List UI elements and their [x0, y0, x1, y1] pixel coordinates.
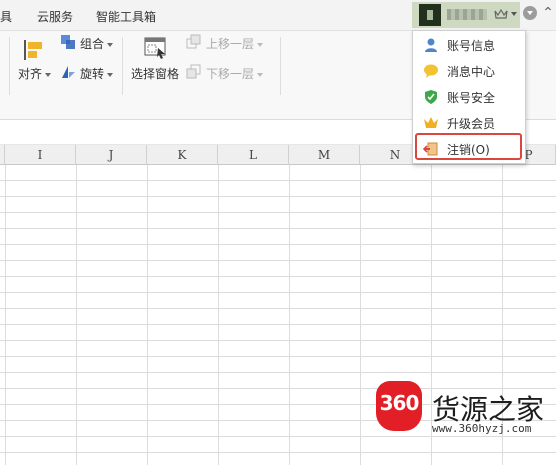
column-header-l[interactable]: L [218, 145, 289, 165]
chevron-down-icon [107, 42, 114, 47]
menu-item-label: 账号信息 [447, 39, 496, 53]
rotate-button[interactable]: 旋转 [80, 65, 114, 82]
column-header-k[interactable]: K [147, 145, 218, 165]
chevron-down-icon [257, 72, 264, 77]
menu-cloud-service[interactable]: 云服务 [37, 8, 73, 25]
chevron-down-icon[interactable] [511, 12, 517, 16]
menu-item-upgrade-member[interactable]: 升级会员 [413, 111, 525, 135]
column-header-m[interactable]: M [289, 145, 360, 165]
align-button[interactable]: 对齐 [18, 65, 52, 82]
column-header-i[interactable]: I [5, 145, 76, 165]
dropdown-circle-icon[interactable] [523, 6, 537, 20]
chevron-down-icon [107, 72, 114, 77]
chevron-down-icon [45, 72, 52, 77]
send-backward-button[interactable]: 下移一层 [206, 65, 264, 82]
watermark-logo-number: 360 [379, 391, 420, 415]
message-icon [424, 64, 438, 78]
align-icon[interactable] [22, 39, 46, 61]
selection-pane-button[interactable]: 选择窗格 [131, 65, 179, 82]
menu-item-account-info[interactable]: 账号信息 [413, 33, 525, 57]
bring-forward-button[interactable]: 上移一层 [206, 35, 264, 52]
menu-tools[interactable]: 工具 [0, 8, 12, 25]
shield-icon [425, 90, 437, 104]
menu-smart-toolbox[interactable]: 智能工具箱 [96, 8, 156, 25]
collapse-icon[interactable]: ⌃ [541, 5, 555, 21]
separator [9, 37, 10, 95]
group-icon[interactable] [60, 34, 76, 50]
username-blurred[interactable] [447, 9, 487, 20]
chevron-down-icon [257, 42, 264, 47]
menu-item-label: 消息中心 [447, 65, 496, 79]
group-button[interactable]: 组合 [80, 35, 114, 52]
menu-item-account-security[interactable]: 账号安全 [413, 85, 525, 109]
bring-forward-icon[interactable] [186, 34, 202, 50]
watermark-url: www.360hyzj.com [432, 422, 532, 435]
user-icon [425, 38, 437, 52]
align-label: 对齐 [18, 67, 43, 81]
avatar[interactable] [419, 4, 441, 26]
crown-icon[interactable] [494, 8, 508, 20]
menu-item-label: 账号安全 [447, 91, 496, 105]
menu-item-message-center[interactable]: 消息中心 [413, 59, 525, 83]
separator [280, 37, 281, 95]
send-backward-icon[interactable] [186, 64, 202, 80]
menu-item-label: 升级会员 [447, 117, 496, 131]
menu-bar: 工具 云服务 智能工具箱 ⌃ [0, 0, 556, 31]
crown-icon [424, 117, 438, 128]
rotate-label: 旋转 [80, 67, 105, 81]
selection-pane-icon[interactable] [144, 36, 168, 60]
group-label: 组合 [80, 37, 105, 51]
column-header-j[interactable]: J [76, 145, 147, 165]
bring-forward-label: 上移一层 [206, 37, 255, 51]
logout-highlight-box [415, 133, 522, 160]
send-backward-label: 下移一层 [206, 67, 255, 81]
rotate-icon[interactable] [60, 64, 76, 80]
separator [122, 37, 123, 95]
